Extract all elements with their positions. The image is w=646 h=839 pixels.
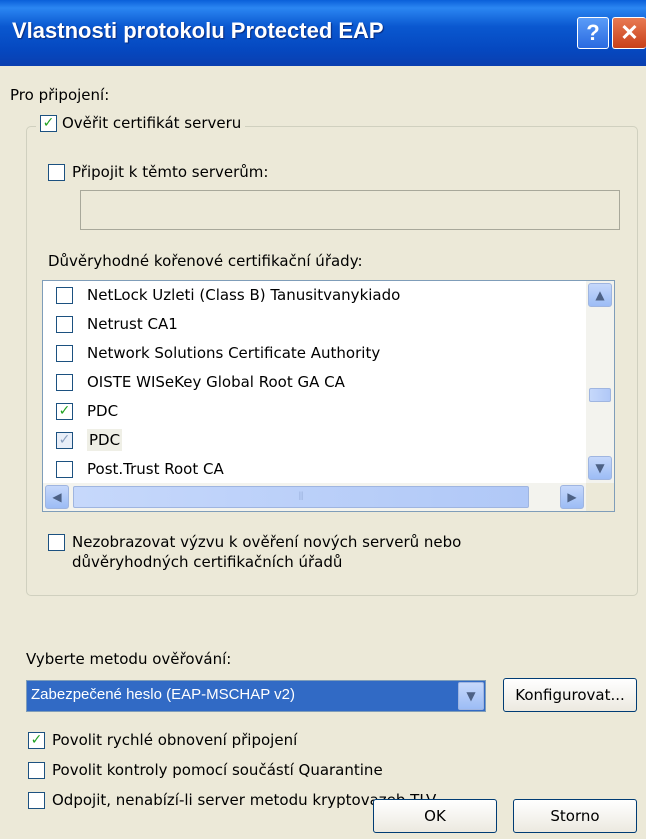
fast-reconnect-checkbox[interactable]: ✓ <box>28 731 45 749</box>
connect-servers-label: Připojit k těmto serverům: <box>72 163 269 181</box>
quarantine-checkbox[interactable] <box>28 761 45 779</box>
list-item-checkbox[interactable] <box>56 373 73 391</box>
list-item-label: Network Solutions Certificate Authority <box>87 344 381 362</box>
grip-icon: ⦀ <box>298 490 304 503</box>
list-item-label: OISTE WISeKey Global Root GA CA <box>87 373 345 391</box>
list-item-checkbox[interactable]: ✓ <box>56 431 73 449</box>
list-item-checkbox[interactable] <box>56 460 73 478</box>
title-bar[interactable]: Vlastnosti protokolu Protected EAP ? ✕ <box>0 0 646 66</box>
dialog-window: Vlastnosti protokolu Protected EAP ? ✕ P… <box>0 0 646 839</box>
chevron-down-icon: ▼ <box>595 461 605 475</box>
list-item-label: PDC <box>87 429 123 451</box>
no-prompt-option[interactable]: Nezobrazovat výzvu k ověření nových serv… <box>48 532 461 572</box>
close-icon: ✕ <box>620 20 639 45</box>
list-item-checkbox[interactable]: ✓ <box>56 402 73 420</box>
no-prompt-label-line2: důvěryhodných certifikačních úřadů <box>72 553 343 571</box>
list-item-checkbox[interactable] <box>56 315 73 333</box>
no-prompt-checkbox[interactable] <box>48 534 65 551</box>
scrollbar-corner <box>586 483 614 511</box>
list-item-label: Netrust CA1 <box>87 315 178 333</box>
scroll-left-button[interactable]: ◀ <box>45 485 69 509</box>
list-item[interactable]: Network Solutions Certificate Authority <box>56 339 380 367</box>
trusted-ca-label: Důvěryhodné kořenové certifikační úřady: <box>48 252 363 270</box>
quarantine-option[interactable]: Povolit kontroly pomocí součástí Quarant… <box>28 761 383 779</box>
fast-reconnect-label: Povolit rychlé obnovení připojení <box>52 731 298 749</box>
close-button[interactable]: ✕ <box>612 17 646 49</box>
list-item[interactable]: Netrust CA1 <box>56 310 178 338</box>
quarantine-label: Povolit kontroly pomocí součástí Quarant… <box>52 761 383 779</box>
no-prompt-label: Nezobrazovat výzvu k ověření nových serv… <box>72 532 461 572</box>
connection-label: Pro připojení: <box>10 86 110 104</box>
scroll-right-button[interactable]: ▶ <box>560 485 584 509</box>
chevron-down-icon: ▼ <box>466 689 476 703</box>
dropdown-button[interactable]: ▼ <box>458 682 484 710</box>
vertical-scroll-thumb[interactable] <box>589 388 611 402</box>
list-item[interactable]: OISTE WISeKey Global Root GA CA <box>56 368 345 396</box>
no-prompt-label-line1: Nezobrazovat výzvu k ověření nových serv… <box>72 533 462 551</box>
help-button[interactable]: ? <box>577 17 609 49</box>
list-item-label: Post.Trust Root CA <box>87 460 224 478</box>
configure-button[interactable]: Konfigurovat... <box>503 678 637 712</box>
servers-input[interactable] <box>80 190 620 230</box>
list-item-checkbox[interactable] <box>56 286 73 304</box>
list-item[interactable]: Post.Trust Root CA <box>56 455 224 483</box>
list-item-label: NetLock Uzleti (Class B) Tanusitvanykiad… <box>87 286 401 304</box>
vertical-scrollbar[interactable]: ▲ ▼ <box>586 281 614 483</box>
list-item[interactable]: ✓ PDC <box>56 397 118 425</box>
list-item-label: PDC <box>87 402 119 420</box>
verify-cert-option[interactable]: ✓ Ověřit certifikát serveru <box>36 114 246 132</box>
list-item[interactable]: ✓ PDC <box>56 426 123 454</box>
auth-method-value: Zabezpečené heslo (EAP-MSCHAP v2) <box>31 686 296 703</box>
scroll-up-button[interactable]: ▲ <box>588 283 612 307</box>
tlv-disconnect-checkbox[interactable] <box>28 791 45 809</box>
chevron-left-icon: ◀ <box>52 490 62 504</box>
trusted-ca-list[interactable]: NetLock Uzleti (Class B) Tanusitvanykiad… <box>42 280 615 512</box>
list-item-checkbox[interactable] <box>56 344 73 362</box>
auth-method-select[interactable]: Zabezpečené heslo (EAP-MSCHAP v2) ▼ <box>26 680 486 712</box>
fast-reconnect-option[interactable]: ✓ Povolit rychlé obnovení připojení <box>28 731 297 749</box>
connect-servers-checkbox[interactable] <box>48 163 65 181</box>
auth-method-label: Vyberte metodu ověřování: <box>26 650 232 668</box>
connect-servers-option[interactable]: Připojit k těmto serverům: <box>48 163 268 181</box>
window-title: Vlastnosti protokolu Protected EAP <box>12 18 384 43</box>
horizontal-scroll-thumb[interactable]: ⦀ <box>73 486 529 508</box>
ok-button[interactable]: OK <box>373 799 497 833</box>
scroll-down-button[interactable]: ▼ <box>588 456 612 480</box>
list-item[interactable]: NetLock Uzleti (Class B) Tanusitvanykiad… <box>56 281 400 309</box>
verify-cert-label: Ověřit certifikát serveru <box>62 114 242 132</box>
horizontal-scrollbar[interactable]: ◀ ⦀ ▶ <box>43 483 588 511</box>
verify-cert-checkbox[interactable]: ✓ <box>40 114 57 132</box>
chevron-up-icon: ▲ <box>595 288 605 302</box>
chevron-right-icon: ▶ <box>567 490 577 504</box>
cancel-button[interactable]: Storno <box>513 799 637 833</box>
help-icon: ? <box>586 20 600 45</box>
